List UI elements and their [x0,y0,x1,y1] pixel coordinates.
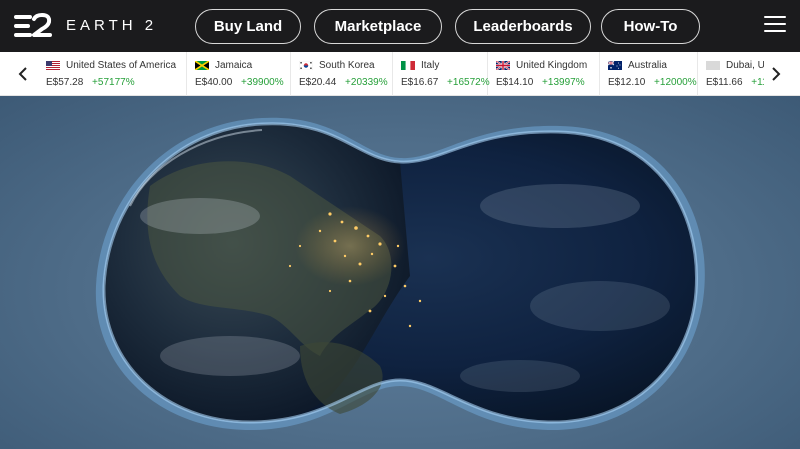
ticker-item-australia[interactable]: Australia E$12.10 +12000% [600,52,698,96]
ticker-item-south-korea[interactable]: South Korea E$20.44 +20339% [291,52,393,96]
ticker-item-dubai[interactable]: Dubai, UAE E$11.66 +11564% [698,52,764,96]
flag-au-icon [608,61,622,70]
flag-jm-icon [195,61,209,70]
ticker-next-arrow-icon[interactable] [762,52,790,96]
ticker-track: United States of America E$57.28 +57177%… [38,52,764,96]
top-header: EARTH 2 Buy Land Marketplace Leaderboard… [0,0,800,52]
ticker-change: +16572% [447,77,490,88]
ticker-price: E$11.66 [706,77,743,88]
ticker-price: E$12.10 [608,77,646,88]
flag-ae-icon [706,61,720,70]
hamburger-menu-icon[interactable] [764,16,786,36]
ticker-country-name: Italy [421,60,440,71]
flag-us-icon [46,61,60,70]
ticker-country-name: Australia [628,60,667,71]
ticker-country-name: Jamaica [215,60,253,71]
ticker-change: +13997% [542,77,585,88]
buy-land-button[interactable]: Buy Land [195,9,301,44]
ticker-prev-arrow-icon[interactable] [8,52,38,96]
hero-earth-banner [0,96,800,449]
ticker-country-name: United Kingdom [516,60,588,71]
ticker-price: E$40.00 [195,77,233,88]
ticker-change: +12000% [654,77,697,88]
ticker-country-name: United States of America [66,60,177,71]
ticker-item-jamaica[interactable]: Jamaica E$40.00 +39900% [187,52,291,96]
leaderboards-button[interactable]: Leaderboards [455,9,591,44]
flag-kr-icon [299,61,313,70]
ticker-change: +39900% [241,77,284,88]
flag-it-icon [401,61,415,70]
ticker-item-usa[interactable]: United States of America E$57.28 +57177% [38,52,187,96]
ticker-price: E$16.67 [401,77,439,88]
how-to-button[interactable]: How-To [601,9,700,44]
ticker-country-name: South Korea [319,60,375,71]
ticker-item-italy[interactable]: Italy E$16.67 +16572% [393,52,490,96]
ticker-change: +57177% [92,77,135,88]
flag-gb-icon [496,61,510,70]
brand-name[interactable]: EARTH 2 [66,17,157,34]
ticker-price: E$57.28 [46,77,84,88]
ticker-price: E$20.44 [299,77,337,88]
ticker-country-name: Dubai, UAE [726,60,764,71]
ticker-price: E$14.10 [496,77,534,88]
country-price-ticker: United States of America E$57.28 +57177%… [0,52,800,96]
ticker-item-united-kingdom[interactable]: United Kingdom E$14.10 +13997% [488,52,600,96]
ticker-change: +20339% [345,77,388,88]
marketplace-button[interactable]: Marketplace [314,9,442,44]
peanut-earth-image [95,117,705,431]
earth2-logo-icon[interactable] [14,13,52,39]
